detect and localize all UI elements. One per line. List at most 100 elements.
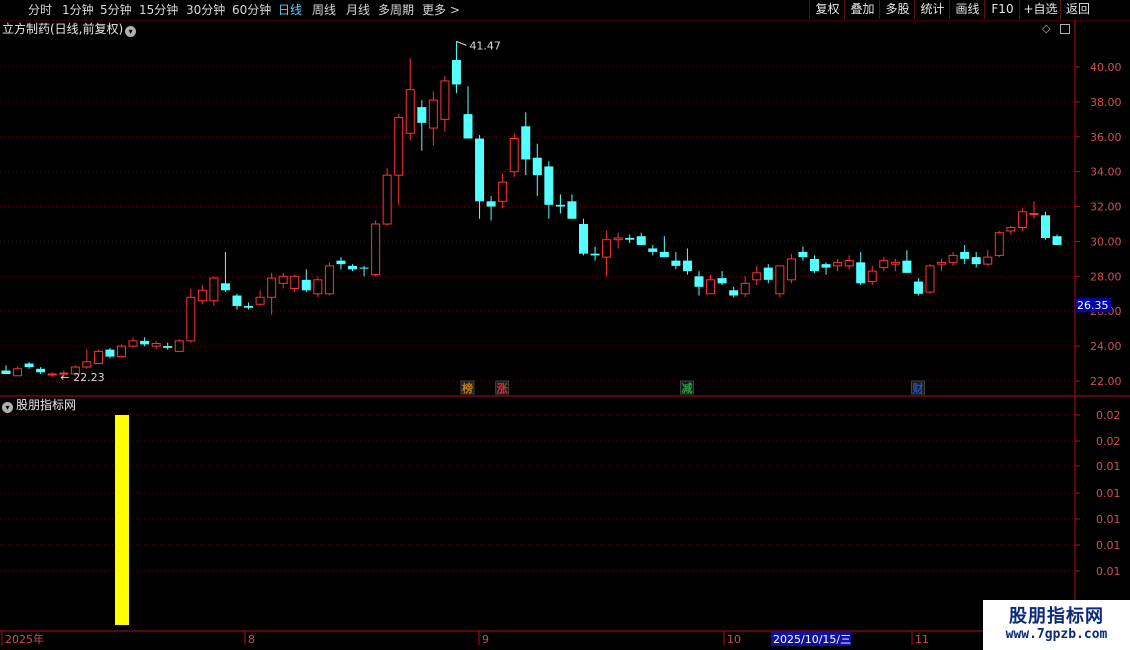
candle xyxy=(244,302,254,310)
candle-body xyxy=(775,265,785,295)
candle-body xyxy=(971,257,981,265)
candle-body xyxy=(625,237,635,240)
candle xyxy=(163,342,173,350)
candle-body xyxy=(1,370,11,375)
candle-body xyxy=(509,138,519,173)
candle xyxy=(579,218,588,256)
candle xyxy=(613,232,623,249)
candle xyxy=(994,230,1004,258)
candle-body xyxy=(948,254,958,263)
candle-body xyxy=(602,239,612,258)
candle xyxy=(752,265,762,286)
candle xyxy=(463,86,473,139)
time-label: 9 xyxy=(482,633,489,646)
candle-body xyxy=(983,256,993,265)
event-marker-label: 榜 xyxy=(462,381,473,395)
candle-body xyxy=(1052,236,1062,245)
candle xyxy=(324,262,334,296)
candle-body xyxy=(532,157,542,176)
candle-body xyxy=(105,349,115,357)
candle-body xyxy=(163,346,173,348)
candle xyxy=(717,271,727,286)
candle-body xyxy=(417,107,427,123)
candle-body xyxy=(151,342,161,347)
candle xyxy=(694,271,704,296)
candle-body xyxy=(994,232,1004,256)
candle xyxy=(602,230,612,277)
candles[interactable]: 41.47 ← 22.23 xyxy=(1,39,1062,384)
price-axis: 40.0038.0036.0034.0032.0030.0028.0026.00… xyxy=(1075,61,1122,388)
candle-body xyxy=(486,201,496,207)
current-price-label: 26.35 xyxy=(1077,299,1109,312)
candle-body xyxy=(867,270,877,283)
indicator-tick-label: 0.01 xyxy=(1096,487,1121,500)
candle-body xyxy=(348,265,357,270)
candle-body xyxy=(913,281,923,294)
candle xyxy=(775,265,785,298)
candle xyxy=(544,161,554,219)
candle xyxy=(682,248,692,275)
indicator-tick-label: 0.02 xyxy=(1096,435,1121,448)
candle-body xyxy=(24,363,34,368)
candle xyxy=(232,293,242,310)
indicator-tick-label: 0.02 xyxy=(1096,409,1121,422)
candle-body xyxy=(671,260,681,266)
candle-body xyxy=(555,204,565,207)
candle-body xyxy=(937,261,947,265)
candle-body xyxy=(844,260,854,267)
candle-body xyxy=(82,361,92,368)
candle xyxy=(1041,211,1050,240)
candle-body xyxy=(763,267,773,280)
candle-body xyxy=(301,279,311,291)
watermark: 股朋指标网 www.7gpzb.com xyxy=(983,600,1130,650)
candle-body xyxy=(440,80,450,120)
candle xyxy=(278,272,288,289)
price-tick-label: 36.00 xyxy=(1090,131,1122,144)
event-markers[interactable]: 榜涨减财 xyxy=(460,380,925,395)
candle-body xyxy=(659,251,669,258)
indicator-tick-label: 0.01 xyxy=(1096,460,1121,473)
candle xyxy=(440,75,450,132)
candle xyxy=(960,244,970,265)
candle xyxy=(82,349,92,369)
candle-body xyxy=(278,275,288,284)
indicator-tick-label: 0.01 xyxy=(1096,539,1121,552)
candle-body xyxy=(786,258,796,281)
candle-body xyxy=(47,373,57,376)
time-label: 11 xyxy=(915,633,929,646)
candle-body xyxy=(220,283,230,291)
indicator-panel: 0.02 0.02 0.01 0.01 0.01 0.01 0.01 xyxy=(0,409,1121,625)
candle-body xyxy=(717,278,727,284)
candle xyxy=(833,258,843,272)
candle-body xyxy=(833,261,843,267)
candle-body xyxy=(428,99,438,129)
candle xyxy=(659,236,669,258)
candle xyxy=(47,372,57,377)
candle xyxy=(301,269,311,293)
candle xyxy=(417,100,427,151)
price-tick-label: 34.00 xyxy=(1090,166,1122,179)
candle-body xyxy=(821,264,831,268)
candle-body xyxy=(1041,215,1050,238)
candle xyxy=(359,265,369,277)
candle-body xyxy=(174,340,184,352)
candle xyxy=(671,251,681,270)
candle-body xyxy=(682,260,692,272)
candle xyxy=(255,290,265,306)
time-axis: 2025年 8 9 10 11 2025/10/15/三 xyxy=(1,631,929,646)
kline-chart[interactable]: 41.47 ← 22.23 榜 涨 减 财 40.00 38.00 36.00 34.00 32.… xyxy=(0,0,1130,650)
candle-body xyxy=(13,368,23,377)
candle xyxy=(810,255,819,273)
candle xyxy=(197,285,207,305)
price-tick-label: 22.00 xyxy=(1090,375,1122,388)
candle xyxy=(729,286,739,298)
candle-body xyxy=(1017,211,1027,228)
event-marker-label: 涨 xyxy=(497,381,508,395)
candle xyxy=(24,361,34,369)
candle xyxy=(267,272,277,315)
watermark-title: 股朋指标网 xyxy=(1009,606,1104,627)
candle-body xyxy=(960,251,970,259)
candle xyxy=(382,168,392,226)
candle-body xyxy=(117,345,126,358)
candle-body xyxy=(740,282,750,295)
